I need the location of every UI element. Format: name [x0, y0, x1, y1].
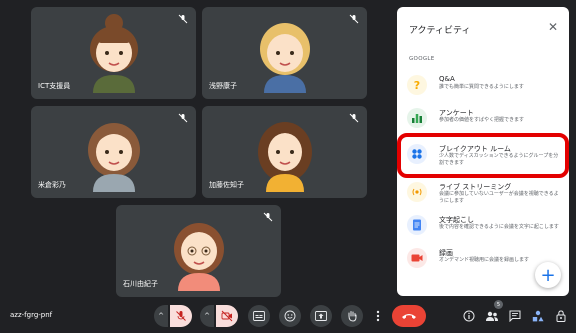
leave-call-button[interactable]: [392, 305, 426, 327]
add-activity-button[interactable]: +: [535, 262, 561, 288]
activity-title: Q&A: [439, 75, 455, 83]
mic-off-icon: [263, 212, 273, 222]
participant-tile[interactable]: 浅野康子: [202, 7, 367, 99]
transcript-icon: [407, 215, 427, 235]
activity-desc: 少人数でディスカッションできるようにグループを分割できます: [439, 153, 559, 166]
mic-options-button[interactable]: ^: [154, 305, 168, 327]
emoji-icon: [284, 310, 296, 322]
avatar: [259, 23, 310, 93]
meeting-code: azz-fgrg-pnf: [10, 311, 53, 319]
breakout-icon: [407, 144, 427, 164]
captions-button[interactable]: [248, 305, 270, 327]
activity-live-streaming[interactable]: ライブ ストリーミング 会議に参加していないユーザーが会議を視聴できるようにしま…: [401, 177, 565, 209]
camera-toggle-button[interactable]: [216, 305, 238, 327]
participant-tile[interactable]: 石川由紀子: [116, 205, 281, 297]
record-icon: [407, 248, 427, 268]
avatar: [257, 122, 312, 192]
captions-icon: [253, 311, 265, 321]
activity-desc: 参加者の価値をすばやく把握できます: [439, 117, 525, 123]
host-controls-button[interactable]: [554, 309, 568, 323]
mic-off-icon: [178, 14, 188, 24]
mic-off-icon: [349, 113, 359, 123]
activity-desc: 誰でも簡単に質問できるようにします: [439, 84, 524, 90]
people-button[interactable]: [485, 309, 499, 323]
meeting-details-button[interactable]: [462, 309, 476, 323]
live-stream-icon: [407, 182, 427, 202]
activity-desc: 会議に参加していないユーザーが会議を視聴できるようにします: [439, 191, 559, 204]
call-end-icon: [402, 314, 416, 319]
participant-name: 浅野康子: [209, 82, 237, 90]
present-icon: [315, 311, 327, 321]
qa-icon: ?: [407, 75, 427, 95]
close-icon[interactable]: ✕: [545, 19, 561, 35]
activities-button[interactable]: [531, 309, 545, 323]
section-label: GOOGLE: [409, 56, 435, 62]
present-button[interactable]: [310, 305, 332, 327]
avatar: [89, 14, 138, 93]
activity-desc: 後で内容を確認できるように会議を文字に起こします: [439, 224, 559, 230]
chat-button[interactable]: [508, 309, 522, 323]
camera-off-icon: [221, 310, 233, 322]
participant-tile[interactable]: ICT支援員: [31, 7, 196, 99]
participant-tile[interactable]: 米倉彩乃: [31, 106, 196, 198]
activities-panel: アクティビティ ✕ GOOGLE ? Q&A 誰でも簡単に質問できるようにします…: [397, 7, 569, 296]
activity-qa[interactable]: ? Q&A 誰でも簡単に質問できるようにします: [401, 70, 565, 102]
camera-options-button[interactable]: ^: [200, 305, 214, 327]
info-icon: [463, 310, 475, 322]
activity-transcript[interactable]: 文字起こし 後で内容を確認できるように会議を文字に起こします: [401, 210, 565, 242]
hand-icon: [348, 311, 357, 322]
participant-name: 石川由紀子: [123, 280, 158, 288]
lock-person-icon: [556, 310, 566, 322]
people-icon: [486, 311, 498, 321]
activity-breakout-rooms[interactable]: ブレイクアウト ルーム 少人数でディスカッションできるようにグループを分割できま…: [397, 133, 569, 178]
raise-hand-button[interactable]: [341, 305, 363, 327]
reactions-button[interactable]: [279, 305, 301, 327]
activity-poll[interactable]: アンケート 参加者の価値をすばやく把握できます: [401, 103, 565, 135]
activities-icon: [532, 310, 544, 322]
mic-toggle-button[interactable]: [170, 305, 192, 327]
participant-count-badge: 5: [494, 300, 503, 309]
poll-icon: [407, 108, 427, 128]
mic-off-icon: [176, 311, 186, 321]
mic-off-icon: [178, 113, 188, 123]
panel-title: アクティビティ: [409, 26, 471, 36]
more-options-button[interactable]: [372, 305, 384, 327]
participant-name: ICT支援員: [38, 82, 71, 90]
participant-name: 米倉彩乃: [38, 181, 66, 189]
participant-tile[interactable]: 加藤佐知子: [202, 106, 367, 198]
avatar: [87, 123, 140, 192]
mic-off-icon: [349, 14, 359, 24]
more-vert-icon: [376, 310, 380, 322]
avatar: [173, 223, 224, 291]
chat-icon: [509, 310, 521, 322]
participant-name: 加藤佐知子: [209, 181, 244, 189]
